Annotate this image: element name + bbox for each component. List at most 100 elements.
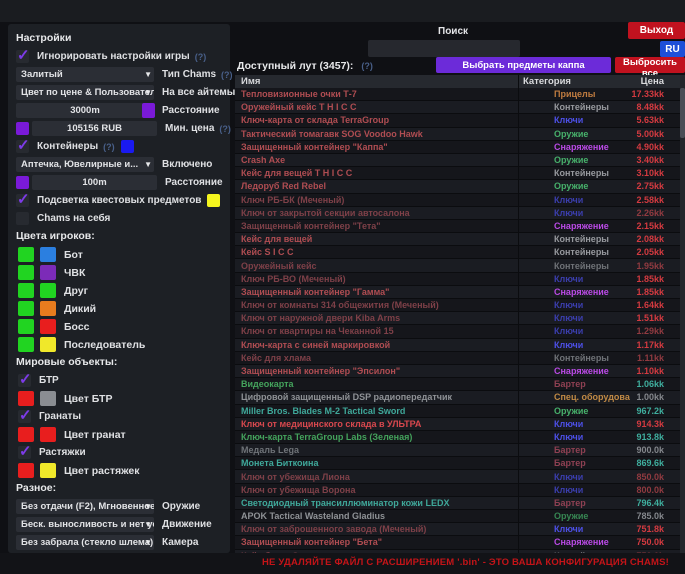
item-price: 913.8k xyxy=(630,432,681,442)
help-icon[interactable]: (?) xyxy=(103,142,115,152)
quest-color-swatch[interactable] xyxy=(207,194,220,207)
min-price-slider[interactable]: 105156 RUB xyxy=(32,121,157,136)
ignore-game-settings-row[interactable]: Игнорировать настройки игры (?) xyxy=(16,48,222,65)
table-row[interactable]: Ключ от заброшенного завода (Меченый) Кл… xyxy=(235,523,681,536)
slider-handle[interactable] xyxy=(16,122,29,135)
player-color-swatch-secondary[interactable] xyxy=(40,283,56,298)
containers-color-swatch[interactable] xyxy=(121,140,134,153)
tripwires-row[interactable]: Растяжки xyxy=(18,444,222,461)
help-icon[interactable]: (?) xyxy=(219,124,231,134)
tripwire-color-swatch-1[interactable] xyxy=(18,463,34,478)
table-row[interactable]: Ключ-карта от склада TerraGroup Ключи 5.… xyxy=(235,114,681,127)
table-row[interactable]: Цифровой защищенный DSP радиопередатчик … xyxy=(235,391,681,404)
table-row[interactable]: Ключ от квартиры на Чеканной 15 Ключи 1.… xyxy=(235,325,681,338)
player-color-swatch-secondary[interactable] xyxy=(40,301,56,316)
table-row[interactable]: Ключ от наружной двери Kiba Arms Ключи 1… xyxy=(235,312,681,325)
table-row[interactable]: Защищенный контейнер "Эпсилон" Снаряжени… xyxy=(235,365,681,378)
table-row[interactable]: Miller Bros. Blades M-2 Tactical Sword О… xyxy=(235,405,681,418)
column-header-category[interactable]: Категория xyxy=(518,75,630,88)
checkbox-checked-icon[interactable] xyxy=(18,410,31,423)
table-scrollbar[interactable] xyxy=(680,75,685,553)
table-row[interactable]: Ключ от убежища Лиона Ключи 850.0k xyxy=(235,470,681,483)
movement-dropdown[interactable]: Беск. выносливость и нет уста ▼ xyxy=(16,517,154,532)
table-row[interactable]: Ключ РБ-БК (Меченый) Ключи 2.58kk xyxy=(235,194,681,207)
color-mode-dropdown[interactable]: Цвет по цене & Пользователям ▼ xyxy=(16,85,154,100)
table-row[interactable]: Ключ от закрытой секции автосалона Ключи… xyxy=(235,207,681,220)
column-header-name[interactable]: Имя xyxy=(235,76,518,87)
grenades-row[interactable]: Гранаты xyxy=(18,408,222,425)
slider-handle[interactable] xyxy=(16,176,29,189)
table-row[interactable]: Crash Axe Оружие 3.40kk xyxy=(235,154,681,167)
help-icon[interactable]: (?) xyxy=(221,70,233,80)
table-row[interactable]: Медаль Lega Бартер 900.0k xyxy=(235,444,681,457)
scrollbar-thumb[interactable] xyxy=(680,88,685,138)
table-row[interactable]: Оружейный кейс Контейнеры 1.95kk xyxy=(235,259,681,272)
loot-distance-slider[interactable]: 100m xyxy=(32,175,157,190)
player-color-swatch-primary[interactable] xyxy=(18,337,34,352)
table-row[interactable]: Светодиодный трансиллюминатор кожи LEDX … xyxy=(235,497,681,510)
table-row[interactable]: Ледоруб Red Rebel Оружие 2.75kk xyxy=(235,180,681,193)
tripwire-color-swatch-2[interactable] xyxy=(40,463,56,478)
table-row[interactable]: Ключ-карта с синей маркировкой Ключи 1.1… xyxy=(235,339,681,352)
drop-all-button[interactable]: Выбросить все xyxy=(615,57,685,73)
chams-type-dropdown[interactable]: Залитый ▼ xyxy=(16,67,154,82)
table-row[interactable]: APOK Tactical Wasteland Gladius Оружие 7… xyxy=(235,510,681,523)
checkbox-checked-icon[interactable] xyxy=(16,140,29,153)
player-color-swatch-primary[interactable] xyxy=(18,247,34,262)
search-label: Поиск xyxy=(438,26,468,37)
item-price: 2.08kk xyxy=(630,234,681,244)
player-color-swatch-secondary[interactable] xyxy=(40,319,56,334)
player-color-swatch-primary[interactable] xyxy=(18,301,34,316)
checkbox-checked-icon[interactable] xyxy=(16,50,29,63)
table-row[interactable]: Ключ от комнаты 314 общежития (Меченый) … xyxy=(235,299,681,312)
category-filter-dropdown[interactable]: Аптечка, Ювелирные и... ▼ xyxy=(16,157,154,172)
table-row[interactable]: Монета Биткоина Бартер 869.6k xyxy=(235,457,681,470)
table-row[interactable]: Тактический томагавк SOG Voodoo Hawk Ору… xyxy=(235,128,681,141)
checkbox-checked-icon[interactable] xyxy=(18,374,31,387)
weapon-dropdown[interactable]: Без отдачи (F2), Мгновенное п ▼ xyxy=(16,499,154,514)
player-color-swatch-primary[interactable] xyxy=(18,265,34,280)
table-row[interactable]: Кейс S I C C Контейнеры 2.05kk xyxy=(235,246,681,259)
select-kappa-button[interactable]: Выбрать предметы каппа xyxy=(436,57,611,73)
slider-handle[interactable] xyxy=(142,103,155,118)
table-row[interactable]: Ключ-карта TerraGroup Labs (Зеленая) Клю… xyxy=(235,431,681,444)
distance-slider[interactable]: 3000m xyxy=(16,103,154,118)
search-input[interactable] xyxy=(368,40,520,57)
chams-self-row[interactable]: Chams на себя xyxy=(16,210,222,227)
help-icon[interactable]: (?) xyxy=(361,61,373,71)
btr-color-swatch-1[interactable] xyxy=(18,391,34,406)
table-row[interactable]: Защищенный контейнер "Бета" Снаряжение 7… xyxy=(235,536,681,549)
table-row[interactable]: Оружейный кейс T H I C C Контейнеры 8.48… xyxy=(235,101,681,114)
player-color-swatch-primary[interactable] xyxy=(18,283,34,298)
containers-row[interactable]: Контейнеры (?) xyxy=(16,138,222,155)
table-row[interactable]: Ключ от убежища Ворона Ключи 800.0k xyxy=(235,484,681,497)
column-header-price[interactable]: Цена xyxy=(630,76,681,87)
player-color-swatch-secondary[interactable] xyxy=(40,265,56,280)
btr-color-swatch-2[interactable] xyxy=(40,391,56,406)
grenade-color-swatch-1[interactable] xyxy=(18,427,34,442)
table-row[interactable]: Кейс для хлама Контейнеры 1.11kk xyxy=(235,352,681,365)
table-row[interactable]: Тепловизионные очки Т-7 Прицелы 17.33kk xyxy=(235,88,681,101)
btr-row[interactable]: БТР xyxy=(18,372,222,389)
table-row[interactable]: Кейс для вещей Контейнеры 2.08kk xyxy=(235,233,681,246)
checkbox-unchecked-icon[interactable] xyxy=(16,212,29,225)
exit-button[interactable]: Выход xyxy=(628,22,685,39)
player-color-swatch-secondary[interactable] xyxy=(40,337,56,352)
table-row[interactable]: Кейс для вещей T H I C C Контейнеры 3.10… xyxy=(235,167,681,180)
quest-highlight-row[interactable]: Подсветка квестовых предметов xyxy=(16,192,222,209)
language-button[interactable]: RU xyxy=(660,41,685,57)
checkbox-checked-icon[interactable] xyxy=(16,194,29,207)
player-color-swatch-primary[interactable] xyxy=(18,319,34,334)
table-row[interactable]: Ключ РБ-ВО (Меченый) Ключи 1.85kk xyxy=(235,273,681,286)
checkbox-checked-icon[interactable] xyxy=(18,446,31,459)
table-row[interactable]: Защищенный контейнер "Тета" Снаряжение 2… xyxy=(235,220,681,233)
camera-dropdown[interactable]: Без забрала (стекло шлема) ▼ xyxy=(16,535,154,550)
player-color-label: Друг xyxy=(64,285,88,297)
help-icon[interactable]: (?) xyxy=(195,52,207,62)
table-row[interactable]: Защищенный контейнер "Гамма" Снаряжение … xyxy=(235,286,681,299)
table-row[interactable]: Видеокарта Бартер 1.06kk xyxy=(235,378,681,391)
grenade-color-swatch-2[interactable] xyxy=(40,427,56,442)
player-color-swatch-secondary[interactable] xyxy=(40,247,56,262)
table-row[interactable]: Защищенный контейнер "Каппа" Снаряжение … xyxy=(235,141,681,154)
table-row[interactable]: Ключ от медицинского склада в УЛЬТРА Клю… xyxy=(235,418,681,431)
